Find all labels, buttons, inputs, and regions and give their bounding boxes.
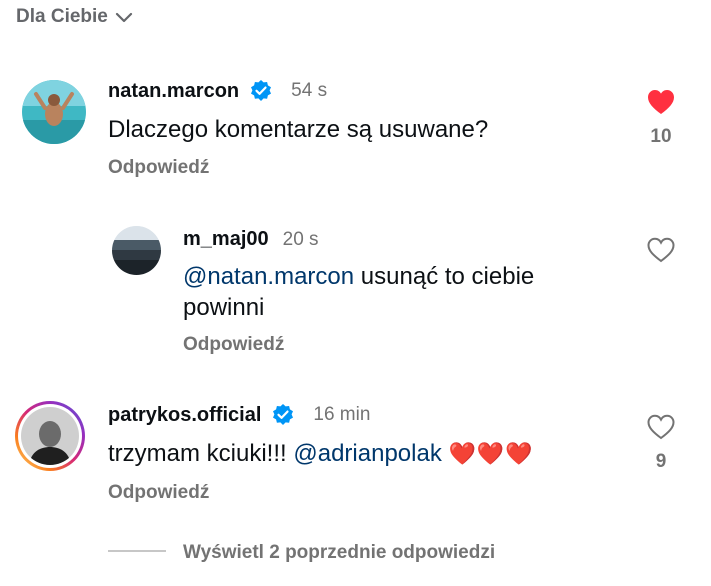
comment-username[interactable]: natan.marcon (108, 80, 239, 103)
comment-text: @natan.marcon usunąć to ciebie powinni (183, 261, 534, 323)
verified-badge-icon (273, 404, 294, 425)
reply-button[interactable]: Odpowiedź (183, 334, 284, 356)
divider-line (108, 550, 166, 552)
comment-username[interactable]: m_maj00 (183, 228, 269, 251)
verified-badge-icon (251, 80, 272, 101)
view-previous-replies-button[interactable]: Wyświetl 2 poprzednie odpowiedzi (183, 542, 495, 564)
reply-button[interactable]: Odpowiedź (108, 157, 209, 179)
comment-time: 16 min (313, 404, 371, 425)
comment-text: Dlaczego komentarze są usuwane? (108, 116, 489, 143)
avatar-natan-marcon[interactable] (22, 80, 86, 144)
comment-username[interactable]: patrykos.official (108, 404, 261, 427)
reply-button[interactable]: Odpowiedź (108, 482, 209, 504)
avatar-patrykos-official (21, 407, 79, 465)
sort-dropdown[interactable]: Dla Ciebie (16, 6, 134, 28)
comment-time: 20 s (282, 228, 319, 250)
heart-emoji: ❤️❤️❤️ (448, 441, 534, 466)
comment-time: 54 s (291, 80, 328, 101)
like-count: 9 (655, 451, 667, 472)
heart-outline-icon[interactable] (647, 414, 675, 440)
mention-link[interactable]: @adrianpolak (293, 440, 441, 467)
sort-label: Dla Ciebie (16, 6, 108, 27)
comment-text-line2: powinni (183, 294, 265, 321)
comment-text: trzymam kciuki!!! @adrianpolak ❤️❤️❤️ (108, 438, 534, 469)
avatar-story-ring[interactable] (15, 401, 85, 471)
avatar-m-maj00[interactable] (112, 226, 161, 275)
mention-link[interactable]: @natan.marcon (183, 263, 354, 290)
comment-text-line1: usunąć to ciebie (360, 263, 535, 290)
like-count: 10 (650, 126, 672, 147)
comment-text-main: trzymam kciuki!!! (108, 440, 287, 467)
heart-outline-icon[interactable] (647, 237, 675, 263)
chevron-down-icon (115, 12, 132, 23)
heart-filled-icon[interactable] (647, 89, 675, 115)
